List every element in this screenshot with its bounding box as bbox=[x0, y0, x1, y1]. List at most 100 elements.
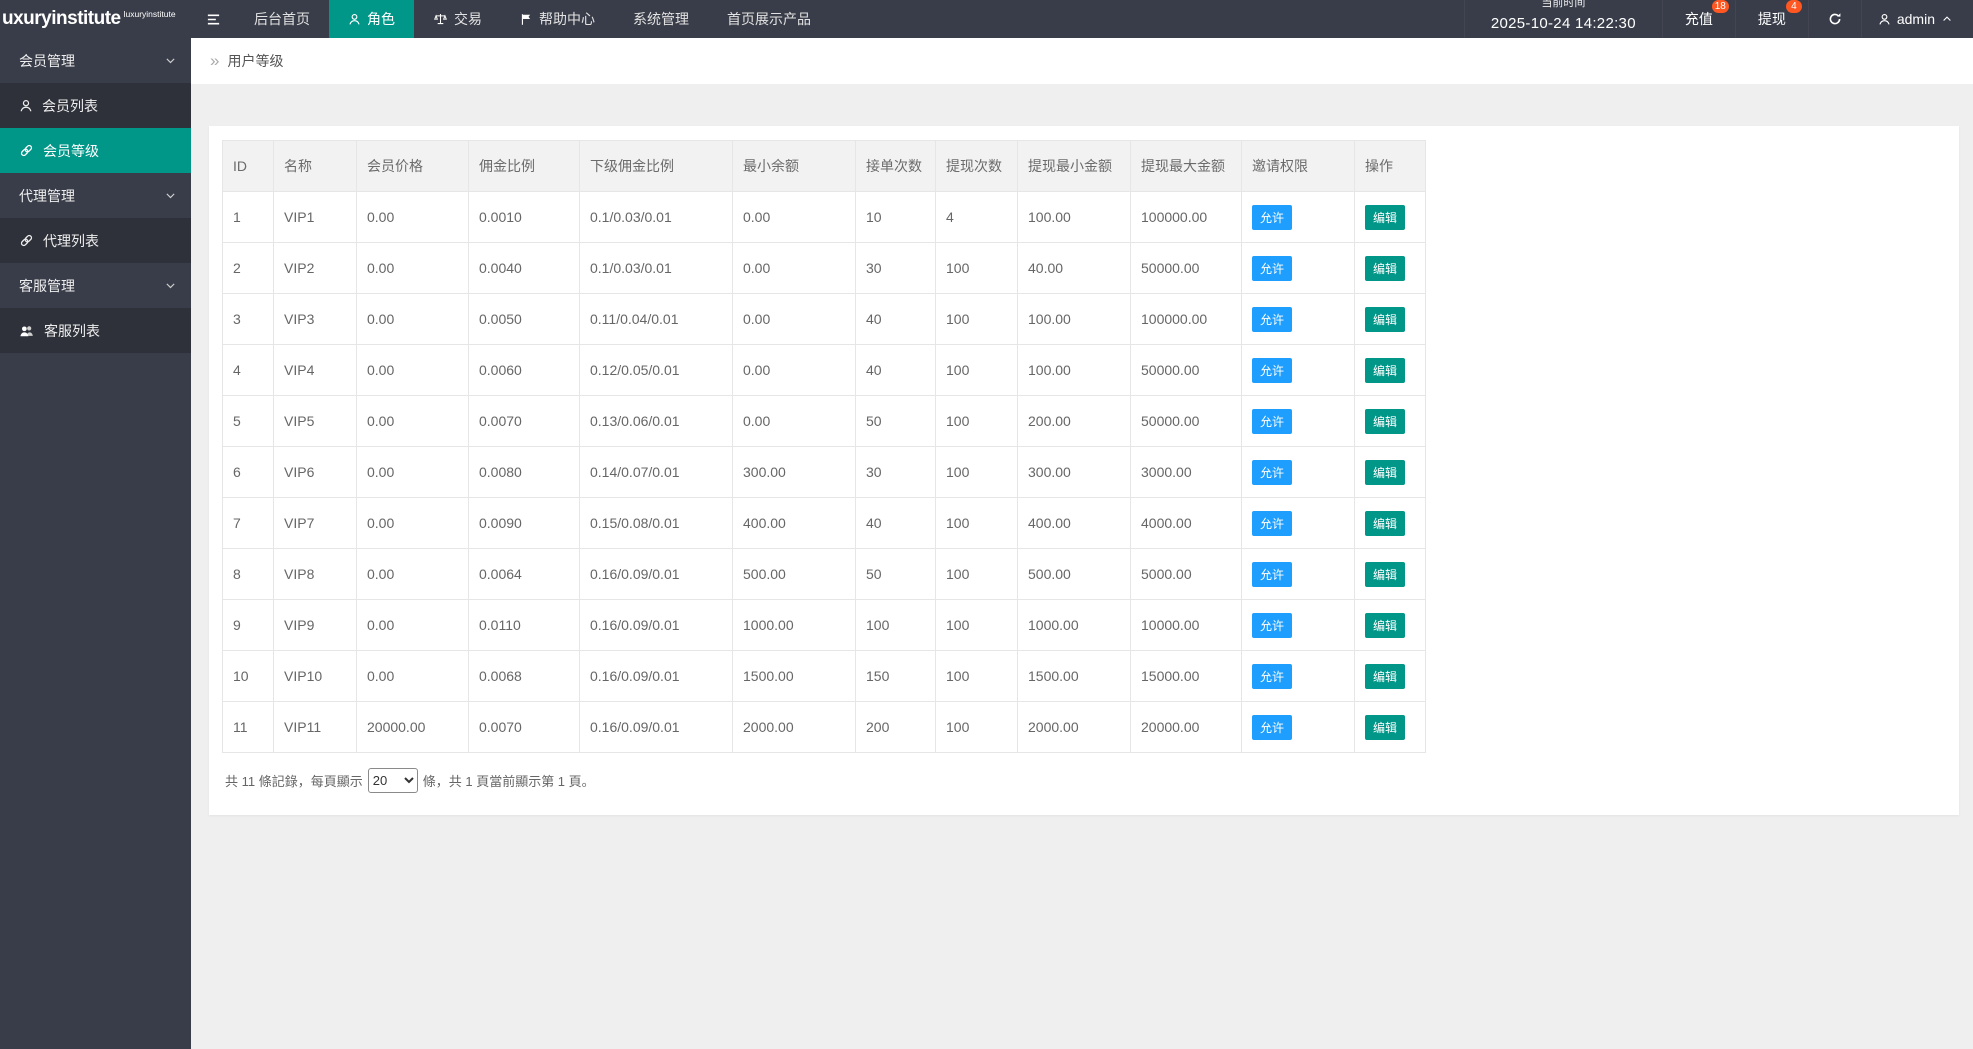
table-cell: 100 bbox=[855, 599, 936, 651]
edit-button[interactable]: 编辑 bbox=[1365, 357, 1406, 383]
allow-button[interactable]: 允许 bbox=[1252, 204, 1293, 230]
table-cell: 100 bbox=[935, 497, 1018, 549]
table-cell: VIP4 bbox=[273, 344, 357, 396]
invite-permission-cell: 允许 bbox=[1241, 242, 1355, 294]
table-cell: 100 bbox=[935, 599, 1018, 651]
nav-item-home[interactable]: 后台首页 bbox=[235, 0, 329, 38]
pagination-text-after: 條，共 1 頁當前顯示第 1 頁。 bbox=[422, 774, 595, 789]
invite-permission-cell: 允许 bbox=[1241, 497, 1355, 549]
table-cell: 0.14/0.07/0.01 bbox=[579, 446, 733, 498]
table-row: 5 VIP5 0.00 0.0070 0.13/0.06/0.01 0.00 50 100 20… bbox=[222, 395, 1426, 447]
table-cell: 0.00 bbox=[356, 599, 469, 651]
edit-button[interactable]: 编辑 bbox=[1365, 459, 1406, 485]
table-cell: 0.0068 bbox=[468, 650, 580, 702]
table-row: 7 VIP7 0.00 0.0090 0.15/0.08/0.01 400.00 40 100… bbox=[222, 497, 1426, 549]
table-cell: 30 bbox=[855, 242, 936, 294]
nav-label: 交易 bbox=[454, 11, 482, 27]
column-header-5: 最小余额 bbox=[732, 140, 856, 192]
allow-button[interactable]: 允许 bbox=[1252, 561, 1293, 587]
allow-button[interactable]: 允许 bbox=[1252, 306, 1293, 332]
table-cell: 50000.00 bbox=[1130, 395, 1242, 447]
sidebar-item-member-list[interactable]: 会员列表 bbox=[0, 83, 191, 128]
person-icon bbox=[19, 99, 33, 113]
nav-item-roles[interactable]: 角色 bbox=[329, 0, 414, 38]
chevron-down-icon bbox=[164, 54, 177, 67]
table-cell: 0.00 bbox=[356, 548, 469, 600]
invite-permission-cell: 允许 bbox=[1241, 395, 1355, 447]
action-cell: 编辑 bbox=[1354, 395, 1426, 447]
scales-icon bbox=[433, 12, 448, 26]
table-cell: 0.00 bbox=[732, 191, 856, 243]
table-cell: 100.00 bbox=[1017, 344, 1131, 396]
edit-button[interactable]: 编辑 bbox=[1365, 408, 1406, 434]
table-cell: 0.0070 bbox=[468, 701, 580, 753]
user-menu[interactable]: admin bbox=[1860, 0, 1973, 38]
table-cell: 1500.00 bbox=[1017, 650, 1131, 702]
column-header-6: 接单次数 bbox=[855, 140, 936, 192]
column-header-1: 名称 bbox=[273, 140, 357, 192]
allow-button[interactable]: 允许 bbox=[1252, 357, 1293, 383]
table-cell: 300.00 bbox=[732, 446, 856, 498]
table-cell: 1500.00 bbox=[732, 650, 856, 702]
refresh-button[interactable] bbox=[1807, 0, 1861, 38]
recharge-badge: 18 bbox=[1711, 0, 1729, 13]
allow-button[interactable]: 允许 bbox=[1252, 510, 1293, 536]
user-level-table: ID 名称 会员价格 佣金比例 下级佣金比例 最小余额 接单次数 提现次数 提现最小金额 提现最大… bbox=[222, 140, 1426, 753]
table-cell: 100 bbox=[935, 650, 1018, 702]
edit-button[interactable]: 编辑 bbox=[1365, 714, 1406, 740]
edit-button[interactable]: 编辑 bbox=[1365, 204, 1406, 230]
sidebar-item-agent-list[interactable]: 代理列表 bbox=[0, 218, 191, 263]
allow-button[interactable]: 允许 bbox=[1252, 255, 1293, 281]
edit-button[interactable]: 编辑 bbox=[1365, 255, 1406, 281]
sidebar-item-member-level[interactable]: 会员等级 bbox=[0, 128, 191, 173]
brand-logo: uxuryinstitute luxuryinstitute bbox=[0, 0, 191, 38]
nav-item-trade[interactable]: 交易 bbox=[414, 0, 501, 38]
recharge-link[interactable]: 充值 18 bbox=[1661, 0, 1735, 38]
table-cell: 30 bbox=[855, 446, 936, 498]
nav-label: 角色 bbox=[367, 11, 395, 27]
table-cell: 0.0010 bbox=[468, 191, 580, 243]
table-cell: 40 bbox=[855, 344, 936, 396]
allow-button[interactable]: 允许 bbox=[1252, 714, 1293, 740]
action-cell: 编辑 bbox=[1354, 446, 1426, 498]
table-cell: 9 bbox=[222, 599, 274, 651]
withdraw-link[interactable]: 提现 4 bbox=[1734, 0, 1808, 38]
nav-item-system[interactable]: 系统管理 bbox=[614, 0, 708, 38]
edit-button[interactable]: 编辑 bbox=[1365, 663, 1406, 689]
nav-item-help[interactable]: 帮助中心 bbox=[501, 0, 614, 38]
sidebar-group-label: 会员管理 bbox=[19, 52, 75, 69]
table-row: 6 VIP6 0.00 0.0080 0.14/0.07/0.01 300.00 30 100… bbox=[222, 446, 1426, 498]
chevron-down-icon bbox=[164, 279, 177, 292]
brand-name-small: luxuryinstitute bbox=[123, 9, 176, 19]
table-cell: 4000.00 bbox=[1130, 497, 1242, 549]
table-cell: 100.00 bbox=[1017, 191, 1131, 243]
table-cell: VIP1 bbox=[273, 191, 357, 243]
person-icon bbox=[348, 13, 361, 26]
allow-button[interactable]: 允许 bbox=[1252, 408, 1293, 434]
allow-button[interactable]: 允许 bbox=[1252, 459, 1293, 485]
current-time: 当前时间 2025-10-24 14:22:30 bbox=[1463, 0, 1662, 38]
edit-button[interactable]: 编辑 bbox=[1365, 510, 1406, 536]
edit-button[interactable]: 编辑 bbox=[1365, 306, 1406, 332]
allow-button[interactable]: 允许 bbox=[1252, 612, 1293, 638]
sidebar-group-members[interactable]: 会员管理 bbox=[0, 38, 191, 83]
allow-button[interactable]: 允许 bbox=[1252, 663, 1293, 689]
table-row: 3 VIP3 0.00 0.0050 0.11/0.04/0.01 0.00 40 100 10… bbox=[222, 293, 1426, 345]
table-cell: 0.0040 bbox=[468, 242, 580, 294]
page-size-select[interactable]: 20 bbox=[367, 768, 418, 793]
nav-item-homepage-products[interactable]: 首页展示产品 bbox=[708, 0, 830, 38]
table-cell: VIP10 bbox=[273, 650, 357, 702]
menu-toggle-icon[interactable] bbox=[191, 0, 235, 38]
edit-button[interactable]: 编辑 bbox=[1365, 561, 1406, 587]
edit-button[interactable]: 编辑 bbox=[1365, 612, 1406, 638]
action-cell: 编辑 bbox=[1354, 701, 1426, 753]
action-cell: 编辑 bbox=[1354, 344, 1426, 396]
sidebar-group-agents[interactable]: 代理管理 bbox=[0, 173, 191, 218]
pagination-text-before: 共 11 條記錄，每頁顯示 bbox=[225, 774, 363, 789]
table-cell: 2000.00 bbox=[732, 701, 856, 753]
table-row: 4 VIP4 0.00 0.0060 0.12/0.05/0.01 0.00 40 100 10… bbox=[222, 344, 1426, 396]
sidebar-item-support-list[interactable]: 客服列表 bbox=[0, 308, 191, 353]
sidebar-group-label: 代理管理 bbox=[19, 187, 75, 204]
sidebar-group-support[interactable]: 客服管理 bbox=[0, 263, 191, 308]
table-cell: 50 bbox=[855, 548, 936, 600]
